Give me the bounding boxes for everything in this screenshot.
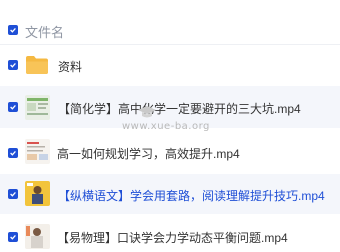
file-list: 文件名 资料 【简化学】高中化学一定要避开的三大坑.mp4 高一如何规划学习，高… bbox=[0, 0, 340, 252]
checkmark-icon bbox=[10, 27, 16, 33]
list-item-file[interactable]: 【易物理】口诀学会力学动态平衡问题.mp4 bbox=[0, 216, 340, 252]
graduation-cap-icon bbox=[138, 106, 156, 118]
list-item-file[interactable]: 高一如何规划学习，高效提升.mp4 bbox=[0, 130, 340, 172]
checkmark-icon bbox=[10, 191, 16, 197]
folder-icon bbox=[26, 56, 48, 74]
row-checkbox[interactable] bbox=[8, 189, 18, 199]
video-thumbnail-icon bbox=[25, 224, 50, 249]
watermark-text: www.xue-ba.org bbox=[122, 121, 210, 132]
select-all-checkbox[interactable] bbox=[8, 25, 18, 35]
list-item-file[interactable]: 【纵横语文】学会用套路，阅读理解提升技巧.mp4 bbox=[0, 174, 340, 214]
row-checkbox[interactable] bbox=[8, 102, 18, 112]
row-checkbox[interactable] bbox=[8, 232, 18, 242]
checkmark-icon bbox=[10, 104, 16, 110]
checkmark-icon bbox=[10, 150, 16, 156]
checkmark-icon bbox=[10, 62, 16, 68]
file-list-header: 文件名 bbox=[0, 0, 340, 45]
file-name: 【简化学】高中化学一定要避开的三大坑.mp4 bbox=[58, 102, 301, 116]
row-checkbox[interactable] bbox=[8, 148, 18, 158]
checkmark-icon bbox=[10, 234, 16, 240]
video-thumbnail-icon bbox=[25, 139, 50, 164]
file-name: 【易物理】口诀学会力学动态平衡问题.mp4 bbox=[57, 231, 288, 245]
list-item-folder[interactable]: 资料 bbox=[0, 45, 340, 85]
file-name: 资料 bbox=[58, 60, 83, 74]
row-checkbox[interactable] bbox=[8, 60, 18, 70]
file-name: 高一如何规划学习，高效提升.mp4 bbox=[57, 147, 240, 161]
video-thumbnail-icon bbox=[25, 181, 50, 206]
column-header-filename[interactable]: 文件名 bbox=[25, 22, 64, 41]
file-name: 【纵横语文】学会用套路，阅读理解提升技巧.mp4 bbox=[58, 189, 325, 203]
video-thumbnail-icon bbox=[25, 95, 50, 120]
